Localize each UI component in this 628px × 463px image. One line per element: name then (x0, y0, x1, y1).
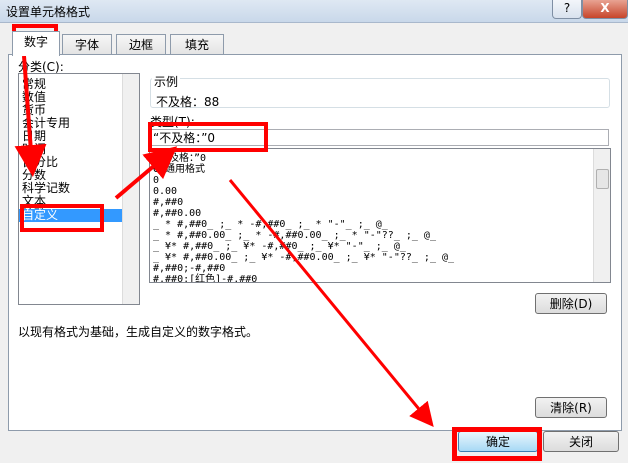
list-item[interactable]: _ ¥* #,##0.00_ ;_ ¥* -#,##0.00_ ;_ ¥* "-… (153, 252, 454, 263)
list-item[interactable]: #,##0;-#,##0 (153, 263, 225, 274)
scroll-thumb[interactable] (596, 169, 609, 189)
type-label: 类型(T): (150, 115, 195, 129)
help-button[interactable]: ? (552, 0, 582, 19)
description-text: 以现有格式为基础，生成自定义的数字格式。 (18, 325, 259, 339)
category-list[interactable]: 常规 数值 货币 会计专用 日期 时间 百分比 分数 科学记数 文本 特殊 自定… (18, 73, 140, 305)
tab-fill[interactable]: 填充 (170, 34, 224, 55)
category-item-selected[interactable]: 自定义 (19, 209, 123, 222)
list-item[interactable]: #,##0 (153, 197, 183, 208)
list-item[interactable]: 0.00 (153, 186, 177, 197)
close-window-button[interactable]: X (582, 0, 628, 19)
category-scrollbar[interactable] (122, 74, 139, 304)
format-list[interactable]: “不及格：”0 G/通用格式 0 0.00 #,##0 #,##0.00 _ *… (149, 148, 611, 283)
cancel-button[interactable]: 关闭 (543, 431, 619, 452)
type-input[interactable]: “不及格：”0 (149, 129, 609, 146)
window-title: 设置单元格格式 (6, 5, 91, 19)
list-item[interactable]: _ * #,##0.00_ ;_ * -#,##0.00_ ;_ * "-"??… (153, 230, 436, 241)
sample-value: 不及格：88 (156, 95, 220, 109)
list-item[interactable]: _ ¥* #,##0_ ;_ ¥* -#,##0_ ;_ ¥* "-"_ ;_ … (153, 241, 406, 252)
list-item[interactable]: #,##0.00 (153, 208, 201, 219)
format-scrollbar[interactable] (593, 149, 610, 282)
list-item[interactable]: “不及格：”0 (153, 153, 206, 164)
clear-button[interactable]: 清除(R) (535, 397, 607, 418)
delete-button[interactable]: 删除(D) (535, 293, 607, 314)
ok-button[interactable]: 确定 (458, 431, 538, 452)
list-item[interactable]: #,##0;[红色]-#,##0 (153, 274, 257, 282)
tab-font[interactable]: 字体 (62, 34, 112, 55)
tab-border[interactable]: 边框 (116, 34, 166, 55)
title-bar: 设置单元格格式 ? X (0, 0, 628, 23)
list-item[interactable]: _ * #,##0_ ;_ * -#,##0_ ;_ * "-"_ ;_ @_ (153, 219, 388, 230)
list-item[interactable]: 0 (153, 175, 159, 186)
tab-number[interactable]: 数字 (12, 31, 60, 56)
sample-label: 示例 (152, 73, 181, 90)
list-item[interactable]: G/通用格式 (153, 164, 205, 175)
